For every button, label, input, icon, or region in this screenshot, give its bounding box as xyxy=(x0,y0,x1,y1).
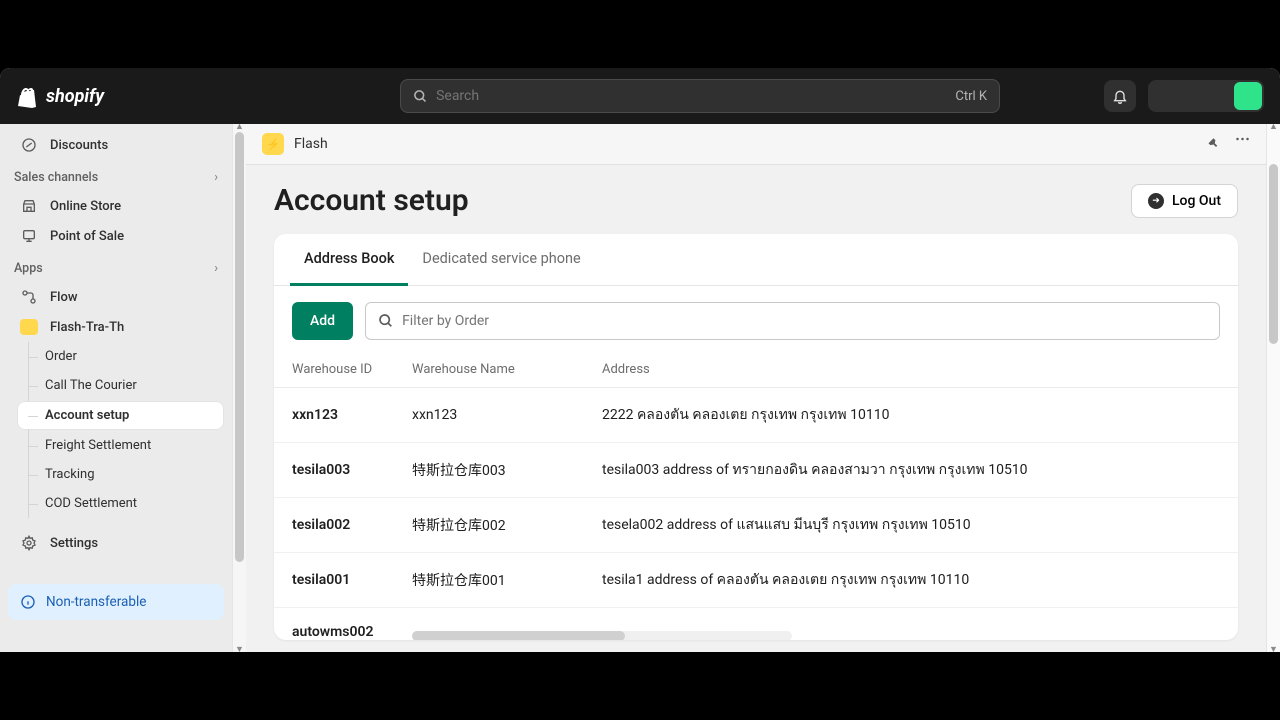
tab-dedicated-phone[interactable]: Dedicated service phone xyxy=(408,234,594,286)
search-input-wrap[interactable]: Ctrl K xyxy=(400,79,1000,113)
search-icon xyxy=(378,313,394,329)
tab-address-book[interactable]: Address Book xyxy=(290,234,408,286)
address-book-card: Address Book Dedicated service phone Add xyxy=(274,234,1238,640)
table-row[interactable]: tesila002 特斯拉仓库002 tesela002 address of … xyxy=(274,498,1238,553)
sidebar-label: Online Store xyxy=(50,199,121,214)
scroll-up-icon: ▲ xyxy=(233,121,246,132)
sidebar-sub-order[interactable]: Order xyxy=(29,342,232,371)
brand-name: shopify xyxy=(46,86,104,107)
sidebar-label: Point of Sale xyxy=(50,229,124,244)
filter-input[interactable] xyxy=(402,313,1207,329)
avatar xyxy=(1234,82,1262,110)
shopify-icon xyxy=(16,84,40,108)
sidebar-label: Flow xyxy=(50,290,78,305)
app-header: ⚡ Flash xyxy=(246,124,1266,165)
col-address: Address xyxy=(602,362,1220,377)
page-title: Account setup xyxy=(274,183,469,218)
flow-icon xyxy=(20,289,38,305)
col-warehouse-name: Warehouse Name xyxy=(412,362,602,377)
table-row[interactable]: tesila003 特斯拉仓库003 tesila003 address of … xyxy=(274,443,1238,498)
scroll-up-icon: ▲ xyxy=(1267,121,1280,132)
main-scrollbar[interactable]: ▲ ▼ xyxy=(1266,124,1280,652)
sidebar-sub-cod[interactable]: COD Settlement xyxy=(29,489,232,518)
bell-icon xyxy=(1112,88,1128,104)
sidebar-section-sales[interactable]: Sales channels › xyxy=(0,160,232,191)
horizontal-scrollbar[interactable] xyxy=(412,631,792,640)
more-icon[interactable] xyxy=(1235,137,1250,141)
col-warehouse-id: Warehouse ID xyxy=(292,362,412,377)
pos-icon xyxy=(20,228,38,244)
sidebar-scrollbar[interactable]: ▲ ▼ xyxy=(232,124,246,652)
pin-icon[interactable] xyxy=(1206,137,1221,152)
sidebar-item-flash[interactable]: Flash-Tra-Th xyxy=(6,312,226,342)
logout-icon: ➜ xyxy=(1148,193,1164,209)
sidebar-label: Discounts xyxy=(50,138,108,153)
filter-input-wrap[interactable] xyxy=(365,302,1220,340)
sidebar: Discounts Sales channels › Online Store … xyxy=(0,124,232,652)
scroll-down-icon: ▼ xyxy=(1267,644,1280,652)
scroll-down-icon: ▼ xyxy=(233,644,246,652)
account-menu[interactable] xyxy=(1148,80,1264,112)
add-button[interactable]: Add xyxy=(292,302,353,340)
gear-icon xyxy=(20,535,38,551)
sidebar-item-pos[interactable]: Point of Sale xyxy=(6,221,226,251)
scrollbar-thumb[interactable] xyxy=(412,631,625,640)
topbar: shopify Ctrl K xyxy=(0,68,1280,124)
table-row[interactable]: autowms002 xyxy=(274,608,1238,640)
warehouse-table: Warehouse ID Warehouse Name Address xxn1… xyxy=(274,352,1238,640)
search-icon xyxy=(413,89,428,104)
sidebar-item-settings[interactable]: Settings xyxy=(6,528,226,558)
sidebar-item-flow[interactable]: Flow xyxy=(6,282,226,312)
sidebar-sub-tracking[interactable]: Tracking xyxy=(29,460,232,489)
sidebar-label: Flash-Tra-Th xyxy=(50,320,124,335)
discount-icon xyxy=(20,137,38,153)
sidebar-section-apps[interactable]: Apps › xyxy=(0,251,232,282)
brand-logo[interactable]: shopify xyxy=(16,84,104,108)
non-transferable-banner[interactable]: Non-transferable xyxy=(8,584,224,620)
logout-button[interactable]: ➜ Log Out xyxy=(1131,184,1238,218)
app-title: Flash xyxy=(294,136,328,152)
search-kbd: Ctrl K xyxy=(955,89,987,104)
chevron-right-icon: › xyxy=(214,170,218,185)
scrollbar-thumb[interactable] xyxy=(1269,164,1278,344)
sidebar-item-online-store[interactable]: Online Store xyxy=(6,191,226,221)
sidebar-sub-call-courier[interactable]: Call The Courier xyxy=(29,371,232,400)
search-input[interactable] xyxy=(436,88,947,104)
table-row[interactable]: xxn123 xxn123 2222 คลองตัน คลองเตย กรุงเ… xyxy=(274,388,1238,443)
sidebar-sub-account-setup[interactable]: Account setup xyxy=(17,401,224,430)
flash-app-badge: ⚡ xyxy=(262,133,284,155)
sidebar-label: Settings xyxy=(50,536,98,551)
flash-app-icon xyxy=(20,319,38,335)
table-row[interactable]: tesila001 特斯拉仓库001 tesila1 address of คล… xyxy=(274,553,1238,608)
scrollbar-thumb[interactable] xyxy=(235,132,244,562)
sidebar-item-discounts[interactable]: Discounts xyxy=(6,130,226,160)
store-icon xyxy=(20,198,38,214)
chevron-right-icon: › xyxy=(214,261,218,276)
sidebar-sub-freight[interactable]: Freight Settlement xyxy=(29,431,232,460)
info-icon xyxy=(20,594,36,610)
notifications-button[interactable] xyxy=(1104,80,1136,112)
